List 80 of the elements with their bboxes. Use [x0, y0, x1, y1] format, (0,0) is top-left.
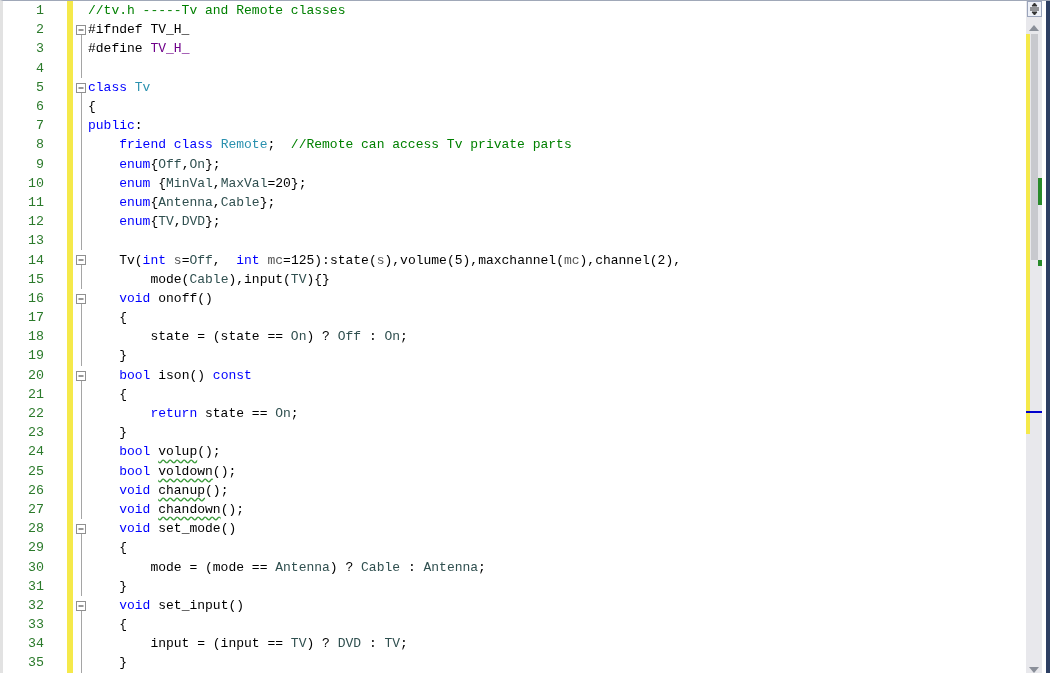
line-number: 9	[35, 156, 44, 172]
code-line: public:	[87, 118, 143, 134]
code-line: void set_input()	[118, 597, 245, 613]
code-line: {	[118, 386, 127, 402]
code-line: state = (state == On) ? Off : On;	[149, 329, 408, 345]
line-number: 35	[27, 655, 44, 671]
split-window-button[interactable]	[1026, 1, 1042, 17]
collapse-icon[interactable]	[76, 293, 86, 304]
collapse-icon[interactable]	[76, 255, 86, 266]
code-line: }	[118, 425, 127, 441]
line-number: 3	[35, 41, 44, 57]
line-number: 34	[27, 636, 44, 652]
line-number: 30	[27, 559, 44, 575]
collapse-icon[interactable]	[76, 600, 86, 611]
line-number: 2	[35, 22, 44, 38]
line-number: 27	[27, 501, 44, 517]
code-line: enum {MinVal,MaxVal=20};	[118, 175, 307, 191]
line-number: 22	[27, 406, 44, 422]
line-number: 29	[27, 540, 44, 556]
line-number: 4	[35, 60, 44, 76]
code-line: {	[118, 310, 127, 326]
scrollbar-overview-drawing[interactable]	[1026, 34, 1042, 434]
line-number: 32	[27, 597, 44, 613]
line-number: 33	[27, 617, 44, 633]
collapse-icon[interactable]	[76, 370, 86, 381]
code-line: #ifndef TV_H_	[87, 22, 190, 38]
code-line: bool ison() const	[118, 367, 252, 383]
code-line: return state == On;	[149, 406, 299, 422]
code-line: void chanup();	[118, 482, 229, 498]
code-line: bool volup();	[118, 444, 221, 460]
code-line: enum{Antenna,Cable};	[118, 194, 276, 210]
line-number: 20	[27, 367, 44, 383]
code-line: enum{Off,On};	[118, 156, 221, 172]
code-line: void onoff()	[118, 290, 213, 306]
line-number: 26	[27, 482, 44, 498]
code-line: enum{TV,DVD};	[118, 214, 221, 230]
line-number: 7	[35, 118, 44, 134]
code-line: {	[118, 617, 127, 633]
line-number: 8	[35, 137, 44, 153]
line-number: 15	[27, 271, 44, 287]
line-number: 28	[27, 521, 44, 537]
line-number: 18	[27, 329, 44, 345]
line-number: 5	[35, 79, 44, 95]
code-line: input = (input == TV) ? DVD : TV;	[149, 636, 408, 652]
line-number: 17	[27, 310, 44, 326]
code-line: Tv(int s=Off, int mc=125):state(s),volume(5),maxchannel(mc),channel(2),	[118, 252, 681, 268]
collapse-icon[interactable]	[76, 25, 86, 36]
code-line: }	[118, 655, 127, 671]
scroll-down-arrow-icon[interactable]	[1029, 667, 1039, 673]
code-line: {	[87, 99, 96, 115]
code-line: friend class Remote; //Remote can access Tv private parts	[118, 137, 572, 153]
line-number: 31	[27, 578, 44, 594]
line-number: 24	[27, 444, 44, 460]
line-number: 6	[35, 99, 44, 115]
line-number: 11	[27, 194, 44, 210]
line-number: 14	[27, 252, 44, 268]
code-line: //tv.h -----Tv and Remote classes	[87, 3, 346, 19]
code-line: class Tv	[87, 79, 151, 95]
code-line: mode = (mode == Antenna) ? Cable : Antenna;	[149, 559, 486, 575]
line-number: 21	[27, 386, 44, 402]
scroll-up-arrow-icon[interactable]	[1029, 25, 1039, 31]
line-number: 23	[27, 425, 44, 441]
collapse-icon[interactable]	[76, 82, 86, 93]
code-line: void set_mode()	[118, 521, 237, 537]
code-line: #define TV_H_	[87, 41, 190, 57]
code-line: }	[118, 578, 127, 594]
code-line: bool voldown();	[118, 463, 237, 479]
code-line: void chandown();	[118, 501, 245, 517]
collapse-icon[interactable]	[76, 524, 86, 535]
line-number: 12	[27, 214, 44, 230]
line-number: 1	[35, 3, 44, 19]
line-number: 16	[27, 290, 44, 306]
code-line: mode(Cable),input(TV){}	[149, 271, 330, 287]
split-icon	[1028, 3, 1040, 15]
line-number: 13	[27, 233, 44, 249]
line-number: 10	[27, 175, 44, 191]
line-number: 19	[27, 348, 44, 364]
code-line: {	[118, 540, 127, 556]
line-number: 25	[27, 463, 44, 479]
code-line: }	[118, 348, 127, 364]
